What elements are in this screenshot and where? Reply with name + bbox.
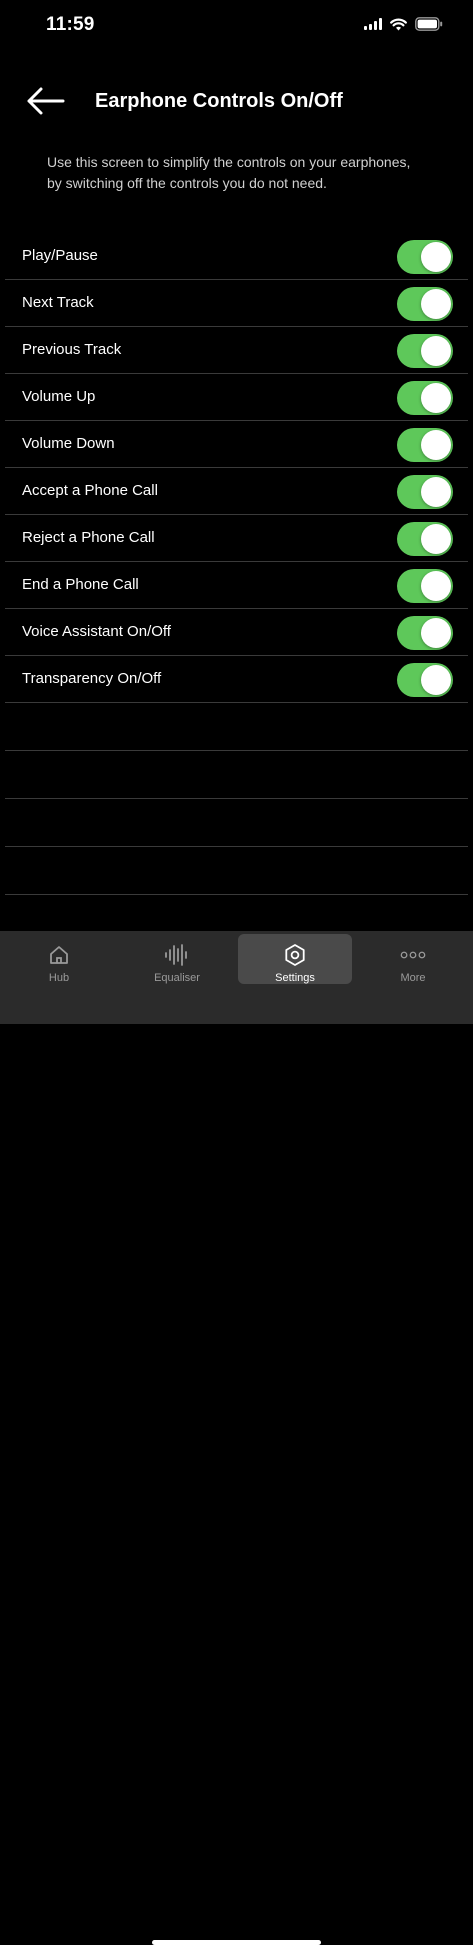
empty-row (5, 703, 468, 751)
empty-row (5, 751, 468, 799)
toggle-knob (421, 477, 451, 507)
toggle-knob (421, 524, 451, 554)
control-row-volume-down: Volume Down (5, 421, 468, 468)
toggle-knob (421, 430, 451, 460)
tab-hub[interactable]: Hub (2, 934, 116, 984)
toggle-knob (421, 242, 451, 272)
controls-list: Play/Pause Next Track Previous Track Vol… (5, 233, 468, 895)
page-title: Earphone Controls On/Off (95, 90, 343, 112)
empty-row (5, 847, 468, 895)
status-bar: 11:59 (0, 0, 473, 54)
control-label: Volume Down (22, 435, 115, 452)
control-row-previous-track: Previous Track (5, 327, 468, 374)
tab-label: Hub (48, 972, 70, 984)
accept-call-toggle[interactable] (397, 475, 453, 509)
voice-assistant-toggle[interactable] (397, 616, 453, 650)
control-row-reject-call: Reject a Phone Call (5, 515, 468, 562)
status-time: 11:59 (46, 14, 95, 35)
settings-hexagon-icon (282, 942, 308, 968)
control-row-play-pause: Play/Pause (5, 233, 468, 280)
tab-label: More (400, 972, 426, 984)
transparency-toggle[interactable] (397, 663, 453, 697)
toggle-knob (421, 571, 451, 601)
arrow-left-icon (25, 86, 65, 121)
control-label: Transparency On/Off (22, 670, 162, 687)
tab-settings[interactable]: Settings (238, 934, 352, 984)
next-track-toggle[interactable] (397, 287, 453, 321)
wifi-icon (390, 18, 407, 31)
equaliser-waveform-icon (164, 942, 190, 968)
control-label: Reject a Phone Call (22, 529, 155, 546)
tab-bar: Hub Equaliser Settings More (0, 931, 473, 1945)
empty-row (5, 799, 468, 847)
tab-label: Settings (275, 972, 315, 984)
control-label: Volume Up (22, 388, 96, 405)
volume-up-toggle[interactable] (397, 381, 453, 415)
more-dots-icon (400, 942, 426, 968)
home-icon (46, 942, 72, 968)
toggle-knob (421, 336, 451, 366)
control-label: Previous Track (22, 341, 122, 358)
back-button[interactable] (20, 82, 70, 124)
toggle-knob (421, 289, 451, 319)
control-row-voice-assistant: Voice Assistant On/Off (5, 609, 468, 656)
previous-track-toggle[interactable] (397, 334, 453, 368)
volume-down-toggle[interactable] (397, 428, 453, 462)
control-row-next-track: Next Track (5, 280, 468, 327)
play-pause-toggle[interactable] (397, 240, 453, 274)
control-label: Voice Assistant On/Off (22, 623, 171, 640)
toggle-knob (421, 665, 451, 695)
tab-label: Equaliser (154, 972, 200, 984)
end-call-toggle[interactable] (397, 569, 453, 603)
tab-equaliser[interactable]: Equaliser (120, 934, 234, 984)
home-indicator[interactable] (152, 1940, 321, 1945)
control-row-volume-up: Volume Up (5, 374, 468, 421)
control-label: Play/Pause (22, 247, 98, 264)
control-row-transparency: Transparency On/Off (5, 656, 468, 703)
tab-more[interactable]: More (356, 934, 470, 984)
battery-icon (415, 17, 443, 31)
control-label: Accept a Phone Call (22, 482, 158, 499)
reject-call-toggle[interactable] (397, 522, 453, 556)
control-row-accept-call: Accept a Phone Call (5, 468, 468, 515)
description-text: Use this screen to simplify the controls… (47, 154, 411, 191)
header: Earphone Controls On/Off (0, 78, 473, 128)
toggle-knob (421, 618, 451, 648)
control-label: Next Track (22, 294, 94, 311)
control-row-end-call: End a Phone Call (5, 562, 468, 609)
status-icons (364, 17, 443, 31)
toggle-knob (421, 383, 451, 413)
cellular-signal-icon (364, 18, 382, 30)
control-label: End a Phone Call (22, 576, 139, 593)
